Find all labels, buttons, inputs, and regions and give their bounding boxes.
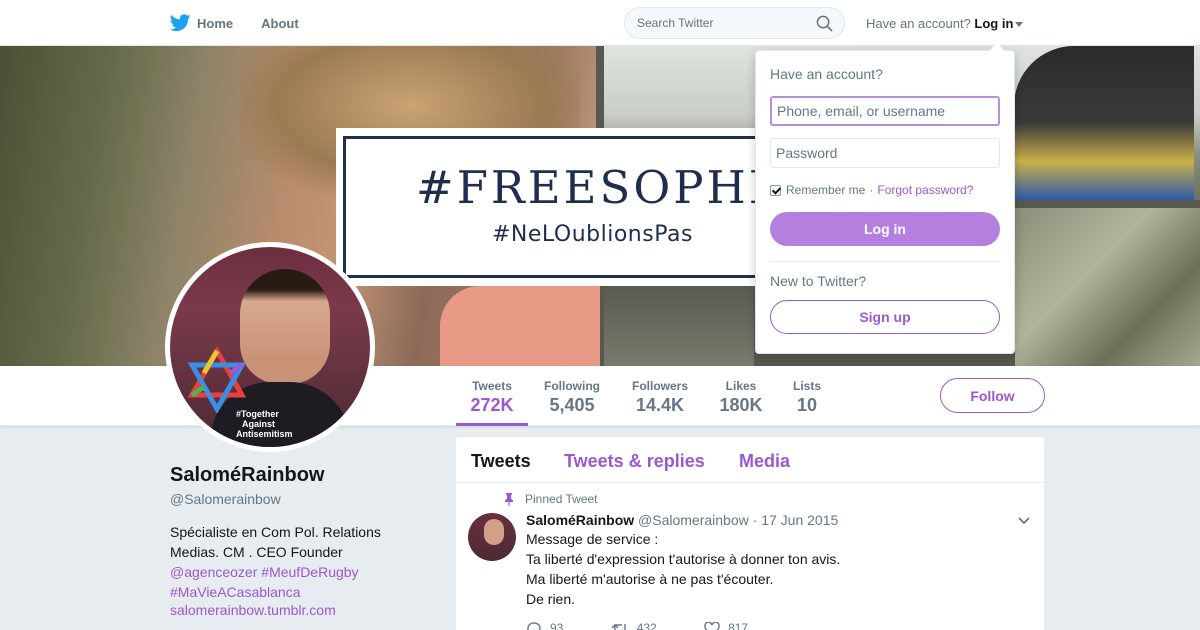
top-navigation-bar: Home About Have an account? Log in [0, 0, 1200, 46]
timeline-tabs: Tweets Tweets & replies Media [456, 437, 1044, 483]
dropdown-title: Have an account? [770, 66, 883, 82]
remember-me-label[interactable]: Remember me [786, 183, 865, 197]
pinned-tweet-label: Pinned Tweet [525, 492, 598, 506]
banner-headline: #FREESOPHI [416, 161, 770, 214]
pin-icon [505, 493, 513, 506]
stat-lists-label: Lists [792, 379, 821, 393]
banner-subline: #NeLOublionsPas [492, 222, 693, 247]
username-field[interactable] [770, 96, 1000, 126]
stat-lists-value: 10 [796, 395, 818, 415]
star-of-david-icon [187, 347, 247, 413]
tab-tweets[interactable]: Tweets [471, 451, 531, 472]
stat-tweets-value: 272K [470, 395, 514, 415]
signup-button[interactable]: Sign up [770, 300, 1000, 334]
profile-name[interactable]: SaloméRainbow [170, 464, 324, 487]
nav-left: Home About [170, 0, 299, 46]
tweet-actions: 93 432 817 [526, 621, 792, 630]
nav-about-label: About [261, 15, 299, 31]
profile-bio: Spécialiste en Com Pol. Relations Medias… [170, 524, 381, 600]
retweet-action[interactable]: 432 [611, 621, 657, 630]
have-account-text: Have an account? [866, 16, 971, 31]
login-link-label: Log in [974, 16, 1014, 31]
stat-likes-label: Likes [725, 379, 757, 393]
stat-following-value: 5,405 [549, 395, 595, 415]
nav-home-label: Home [197, 15, 234, 31]
stat-followers-value: 14.4K [635, 395, 685, 415]
search-input[interactable] [637, 16, 807, 30]
tweet-separator: · [752, 512, 758, 528]
timeline: Tweets Tweets & replies Media Pinned Twe… [456, 437, 1044, 630]
tweet-text: Message de service : Ta liberté d'expres… [526, 531, 841, 607]
profile-avatar[interactable]: #Together Against Antisemitism [165, 242, 375, 452]
stat-following-label: Following [544, 379, 600, 393]
bio-link-meufderugby[interactable]: #MeufDeRugby [261, 564, 358, 580]
banner-photo-bottom-right [1015, 208, 1200, 366]
tab-tweets-replies[interactable]: Tweets & replies [564, 451, 705, 472]
stat-followers-label: Followers [631, 379, 688, 393]
caret-down-icon [1015, 22, 1024, 28]
bio-link-agenceozer[interactable]: @agenceozer [170, 564, 257, 580]
stat-likes-value: 180K [719, 395, 763, 415]
tweet-avatar[interactable] [468, 513, 516, 561]
new-to-twitter-text: New to Twitter? [770, 273, 867, 289]
remember-me-checkbox[interactable] [770, 184, 781, 196]
login-button[interactable]: Log in [770, 212, 1000, 246]
retweet-icon [611, 623, 628, 630]
follow-button[interactable]: Follow [940, 378, 1045, 413]
tweet-author-handle[interactable]: @Salomerainbow [638, 512, 749, 528]
tweet-options-chevron-icon[interactable] [1018, 517, 1030, 525]
login-link[interactable]: Log in [974, 16, 1024, 31]
tweet-header: SaloméRainbow @Salomerainbow · 17 Jun 20… [526, 512, 838, 528]
have-account-area: Have an account? Log in [866, 16, 1024, 31]
remember-row: Remember me · Forgot password? [770, 183, 973, 197]
profile-url[interactable]: salomerainbow.tumblr.com [170, 602, 336, 618]
banner-photo-bottom-middle [604, 286, 754, 366]
stat-following[interactable]: Following 5,405 [538, 366, 606, 426]
remember-separator: · [869, 183, 874, 197]
like-action[interactable]: 817 [704, 621, 748, 630]
dropdown-divider [770, 261, 1000, 262]
stat-tweets[interactable]: Tweets 272K [456, 366, 528, 426]
tweet-author-name[interactable]: SaloméRainbow [526, 512, 634, 528]
tweet-date[interactable]: 17 Jun 2015 [761, 512, 838, 528]
avatar-tag-text: #Together Against Antisemitism [236, 409, 293, 439]
nav-home[interactable]: Home [170, 14, 233, 32]
banner-hashtag-card: #FREESOPHI #NeLOublionsPas [336, 128, 773, 286]
stat-tweets-label: Tweets [472, 379, 512, 393]
stat-followers[interactable]: Followers 14.4K [626, 366, 694, 426]
forgot-password-link[interactable]: Forgot password? [877, 183, 973, 197]
stat-lists[interactable]: Lists 10 [786, 366, 828, 426]
twitter-bird-icon [170, 14, 191, 32]
heart-icon [704, 621, 720, 630]
bio-link-maviacasablanca[interactable]: #MaVieACasablanca [170, 584, 301, 600]
password-field[interactable] [770, 138, 1000, 168]
login-dropdown: Have an account? Remember me · Forgot pa… [755, 43, 1015, 354]
dropdown-arrow [989, 43, 1005, 51]
search-box[interactable] [624, 7, 845, 39]
nav-about[interactable]: About [261, 16, 299, 31]
reply-action[interactable]: 93 [526, 621, 563, 630]
reply-icon [527, 622, 541, 630]
profile-handle[interactable]: @Salomerainbow [170, 491, 281, 507]
tab-media[interactable]: Media [739, 451, 790, 472]
search-icon[interactable] [816, 15, 833, 32]
stat-likes[interactable]: Likes 180K [714, 366, 768, 426]
